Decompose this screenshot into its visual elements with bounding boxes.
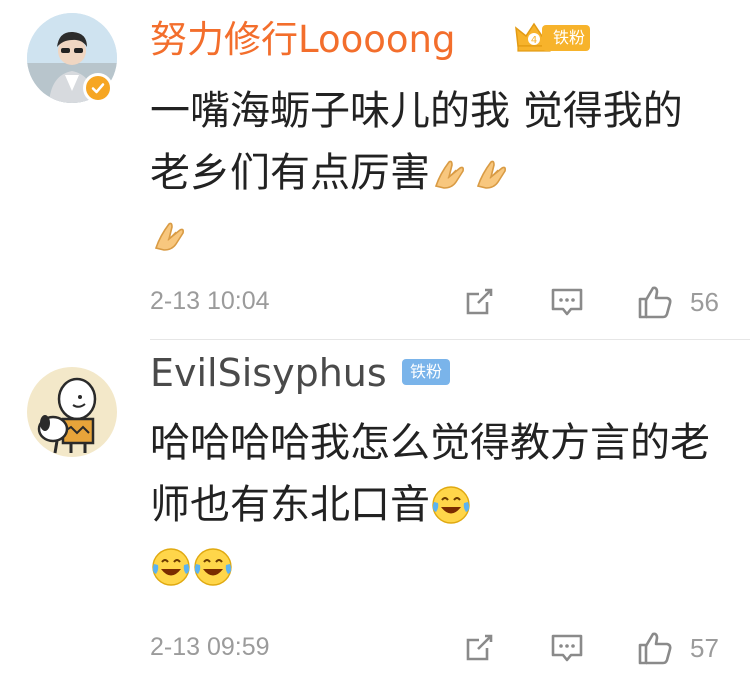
laugh-cry-icon — [194, 548, 232, 586]
reply-button[interactable] — [547, 282, 587, 322]
comment-time: 2-13 10:04 — [150, 287, 270, 315]
comment-text: 一嘴海蛎子味儿的我 觉得我的老乡们有点厉害 — [150, 80, 710, 266]
pray-icon — [476, 160, 506, 189]
share-button[interactable] — [459, 282, 499, 322]
share-button[interactable] — [459, 628, 499, 668]
share-icon — [466, 634, 493, 661]
svg-text:4: 4 — [531, 35, 537, 46]
laugh-cry-icon — [152, 548, 190, 586]
fan-badge: 铁粉 — [402, 359, 450, 385]
reply-button[interactable] — [547, 628, 587, 668]
comment-text: 哈哈哈哈我怎么觉得教方言的老师也有东北口音 — [150, 412, 710, 598]
pray-icon — [434, 160, 464, 189]
comment-item: 努力修行Loooong 4 铁粉 一嘴海蛎子味儿的我 觉得我的老乡们有点厉害 2… — [0, 0, 750, 339]
pray-icon — [154, 222, 184, 251]
like-button[interactable] — [635, 628, 675, 668]
username[interactable]: EvilSisyphus — [150, 351, 387, 395]
comment-item: EvilSisyphus 铁粉 哈哈哈哈我怎么觉得教方言的老师也有东北口音 2-… — [0, 340, 750, 685]
comment-icon — [551, 288, 583, 316]
thumbs-up-icon — [638, 286, 672, 319]
verified-icon — [83, 73, 113, 103]
laugh-cry-icon — [432, 486, 470, 524]
username[interactable]: 努力修行Loooong — [150, 18, 455, 62]
comment-time: 2-13 09:59 — [150, 633, 270, 661]
like-count: 57 — [690, 633, 719, 663]
thumbs-up-icon — [638, 632, 672, 665]
share-icon — [466, 288, 493, 315]
comment-text-content: 一嘴海蛎子味儿的我 觉得我的老乡们有点厉害 — [150, 88, 683, 196]
comment-icon — [551, 634, 583, 662]
like-count: 56 — [690, 287, 719, 317]
avatar[interactable] — [27, 367, 117, 457]
like-button[interactable] — [635, 282, 675, 322]
fan-badge: 铁粉 — [542, 25, 590, 51]
